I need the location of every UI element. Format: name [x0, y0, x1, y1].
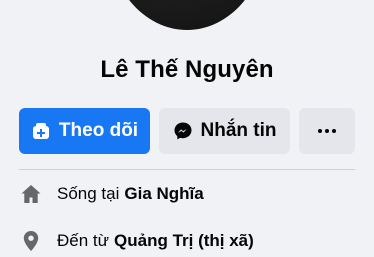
avatar[interactable]: [107, 0, 267, 30]
message-button[interactable]: Nhắn tin: [159, 108, 290, 154]
section-divider: [19, 169, 355, 170]
home-icon: [19, 182, 43, 206]
messenger-icon: [173, 121, 193, 141]
profile-header: Lê Thế Nguyên Theo dõi Nhắn tin Sống tại…: [0, 0, 374, 257]
lives-in-prefix: Sống tại: [57, 184, 120, 203]
from-place[interactable]: Quảng Trị (thị xã): [114, 231, 254, 251]
more-button[interactable]: [299, 108, 355, 154]
from-row: Đến từ Quảng Trị (thị xã): [19, 228, 254, 254]
lives-in-place[interactable]: Gia Nghĩa: [124, 184, 203, 204]
profile-name: Lê Thế Nguyên: [100, 56, 274, 83]
add-friend-icon: [31, 121, 51, 141]
from-prefix: Đến từ: [57, 231, 110, 250]
lives-in-row: Sống tại Gia Nghĩa: [19, 181, 204, 207]
more-dots-icon: [318, 129, 336, 133]
avatar-frame: [103, 0, 271, 34]
location-pin-icon: [19, 229, 43, 253]
message-label: Nhắn tin: [200, 120, 277, 141]
follow-label: Theo dõi: [58, 120, 139, 141]
follow-button[interactable]: Theo dõi: [19, 108, 150, 154]
